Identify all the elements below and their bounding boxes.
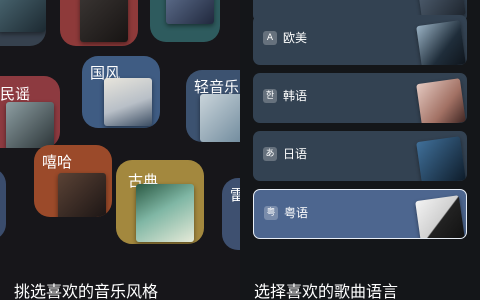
album-cover [416,78,466,123]
genre-tile-partial[interactable] [150,0,220,42]
language-letter-icon: 粤 [264,206,278,220]
album-cover [200,94,240,142]
genre-tile-classical[interactable]: 古典 [116,160,204,244]
genre-tile-partial[interactable]: 雷 [222,178,240,250]
genre-tile-partial[interactable] [0,168,6,240]
album-cover [6,102,54,148]
genre-panel: 摇滚 民谣 国风 轻音乐 嘻哈 古典 雷 挑选喜欢的音乐风格 [0,0,240,300]
genre-label: 民谣 [0,85,31,103]
album-cover [415,195,465,238]
language-row-japanese[interactable]: あ 日语 [253,131,467,181]
genre-section-title: 挑选喜欢的音乐风格 [14,282,159,300]
genre-tile-rock[interactable]: 摇滚 [60,0,138,46]
language-row-korean[interactable]: 한 韩语 [253,73,467,123]
album-cover [166,0,214,24]
genre-tile-guofeng[interactable]: 国风 [82,56,160,128]
language-label: 韩语 [283,89,308,103]
language-row-western[interactable]: A 欧美 [253,15,467,65]
language-letter-icon: A [263,31,277,45]
genre-tile-light-music[interactable]: 轻音乐 [186,70,240,142]
genre-tile-folk[interactable]: 民谣 [0,76,60,148]
genre-tile-hiphop[interactable]: 嘻哈 [34,145,112,217]
album-cover [80,0,128,42]
language-label: 粤语 [284,206,309,220]
language-letter-icon: 한 [263,89,277,103]
genre-label: 雷 [230,186,240,204]
album-cover [0,0,46,32]
album-cover [104,78,152,126]
genre-tile-partial[interactable] [0,0,46,46]
language-label: 欧美 [283,31,308,45]
album-cover [136,184,194,242]
language-row-cantonese[interactable]: 粤 粤语 [253,189,467,239]
language-panel: A 欧美 한 韩语 あ 日语 粤 粤语 选择喜欢的歌曲语言 [240,0,480,300]
language-letter-icon: あ [263,147,277,161]
album-cover [416,136,466,181]
album-cover [416,20,466,65]
genre-label: 嘻哈 [42,153,73,171]
language-label: 日语 [283,147,308,161]
language-section-title: 选择喜欢的歌曲语言 [254,282,399,300]
album-cover [58,173,106,217]
